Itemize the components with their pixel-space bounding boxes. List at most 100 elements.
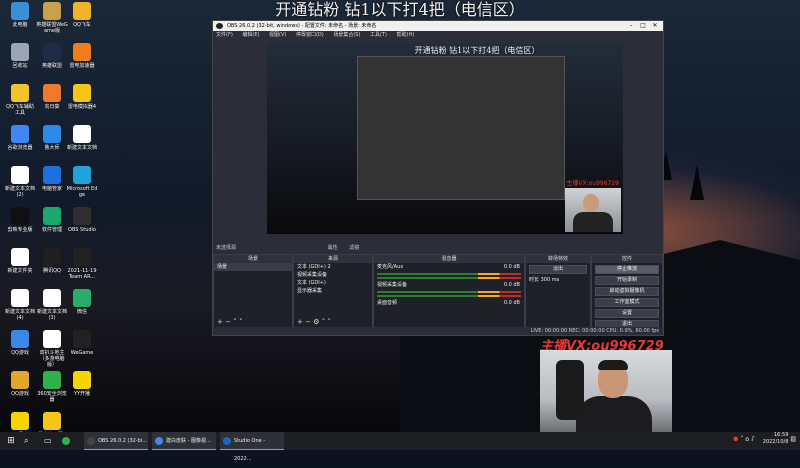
source-settings-icon[interactable]: ⚙ [313, 318, 319, 326]
source-item[interactable]: 视频采集设备 [294, 271, 372, 279]
windows-start-icon[interactable]: ⊞ [4, 432, 18, 450]
menu-edit[interactable]: 编辑(E) [242, 32, 259, 38]
move-down-icon[interactable]: ˅ [239, 318, 243, 326]
filters-button[interactable]: 滤镜 [349, 245, 359, 251]
desktop-icon[interactable]: 雷电加速器 [66, 43, 98, 69]
obs-titlebar[interactable]: OBS 26.0.2 (32-bit, windows) - 配置文件: 未命名… [213, 21, 663, 31]
studio-mode-button[interactable]: 工作室模式 [595, 298, 659, 307]
obs-window[interactable]: OBS 26.0.2 (32-bit, windows) - 配置文件: 未命名… [212, 20, 664, 336]
desktop-icon[interactable]: 新建文本文档 [66, 125, 98, 151]
scenes-dock-toolbar: + − ˄ ˅ [214, 318, 292, 327]
taskbar-item-browser[interactable]: 建白皮肤 - 图像视... [152, 432, 216, 450]
duration-input[interactable]: 300 ms [541, 277, 560, 283]
taskbar-item-studio-one[interactable]: Studio One - 2022... [220, 432, 284, 462]
desktop-icon[interactable]: 微信 [66, 289, 98, 315]
app-icon [73, 166, 91, 184]
desktop-icon[interactable]: 软件管理 [36, 207, 68, 233]
clock[interactable]: 16:59 2022/10/8 [763, 432, 789, 446]
desktop-icon[interactable]: 英雄联盟 [36, 43, 68, 69]
source-item[interactable]: 文本 (GDI+) [294, 279, 372, 287]
start-recording-button[interactable]: 开始录制 [595, 276, 659, 285]
app-icon [11, 248, 29, 266]
settings-button[interactable]: 设置 [595, 309, 659, 318]
desktop-icon[interactable]: 2021-11-19 Team AR... [66, 248, 98, 280]
stop-streaming-button[interactable]: 停止推流 [595, 265, 659, 274]
remove-source-icon[interactable]: − [305, 318, 311, 326]
desktop-icon[interactable]: 腾讯QQ [36, 248, 68, 274]
desktop-icon[interactable]: QQ飞车辅助工具 [4, 84, 36, 116]
transitions-dock: 转场特效 淡出 时长 300 ms [525, 254, 591, 328]
move-up-icon[interactable]: ˄ [233, 318, 237, 326]
desktop-icon[interactable]: 新建文件夹 [4, 248, 36, 274]
obs-window-title: OBS 26.0.2 (32-bit, windows) - 配置文件: 未命名… [227, 23, 377, 29]
desktop-icon-label: 2021-11-19 Team AR... [67, 268, 97, 280]
minimize-icon[interactable]: – [625, 21, 637, 31]
task-label: 建白皮肤 - 图像视... [166, 438, 211, 444]
menu-help[interactable]: 帮助(H) [397, 32, 415, 38]
menu-tools[interactable]: 工具(T) [370, 32, 387, 38]
preview-webcam [565, 188, 621, 232]
source-item[interactable]: 显示器采集 [294, 287, 372, 295]
volume-slider[interactable] [377, 295, 521, 297]
volume-icon[interactable]: ♪ [751, 436, 755, 443]
chevron-up-icon[interactable]: ˄ [740, 436, 743, 443]
desktop-icon[interactable]: 新建文本文档(2) [4, 166, 36, 198]
desktop-icon[interactable]: 剪映专业版 [4, 207, 36, 233]
start-virtual-camera-button[interactable]: 启动虚拟摄像机 [595, 287, 659, 296]
desktop-icon-label: QQ飞车 [73, 22, 91, 28]
notifications-icon[interactable]: ▤ [790, 436, 796, 443]
desktop-icon[interactable]: 向日葵 [36, 84, 68, 110]
desktop-icon-label: 英雄联盟WeGame版 [36, 22, 68, 34]
app-icon [11, 125, 29, 143]
network-icon[interactable]: ⌂ [745, 436, 749, 443]
menu-view[interactable]: 视图(V) [269, 32, 286, 38]
desktop-icon-label: 新建文本文档(2) [4, 186, 35, 198]
taskbar-item-obs[interactable]: OBS 26.0.2 (32-bi... [84, 432, 148, 450]
desktop-icon[interactable]: Microsoft Edge [66, 166, 98, 198]
clock-time: 16:59 [773, 432, 789, 438]
obs-preview[interactable]: 开通钻粉 钻1以下打4把（电信区） 主播VX:ou996729 [267, 44, 623, 234]
scene-item[interactable]: 场景 [214, 263, 292, 271]
desktop-icon[interactable]: OBS Studio [66, 207, 98, 233]
desktop-icon[interactable]: WeGame [66, 330, 98, 356]
desktop-icon[interactable]: 新建文本文档(4) [4, 289, 36, 321]
close-icon[interactable]: ✕ [649, 21, 661, 31]
desktop-icon[interactable]: 此电脑 [4, 2, 36, 28]
transition-select[interactable]: 淡出 [529, 265, 587, 274]
app-icon [11, 412, 29, 430]
desktop-icon[interactable]: 谷歌浏览器 [4, 125, 36, 151]
desktop-icon[interactable]: YY开播 [66, 371, 98, 397]
preview-watermark: 主播VX:ou996729 [566, 180, 619, 187]
desktop-icon[interactable]: QQ游戏 [4, 330, 36, 356]
desktop-icon[interactable]: 回收站 [4, 43, 36, 69]
move-up-icon[interactable]: ˄ [322, 318, 326, 326]
desktop-icon[interactable]: 360安全浏览器 [36, 371, 68, 403]
desktop-icon[interactable]: 英雄联盟WeGame版 [36, 2, 68, 34]
app-icon [11, 43, 29, 61]
obs-app-icon [216, 23, 223, 29]
desktop-icon[interactable]: 新建文本文档(3) [36, 289, 68, 321]
volume-slider[interactable] [377, 277, 521, 279]
menu-scene-collection[interactable]: 场景集合(S) [333, 32, 360, 38]
desktop-icon[interactable]: QQ游戏 [4, 371, 36, 397]
add-scene-icon[interactable]: + [217, 318, 223, 326]
menu-docks[interactable]: 停靠窗口(D) [296, 32, 324, 38]
remove-scene-icon[interactable]: − [225, 318, 231, 326]
desktop-icon[interactable]: 双扒斗地主（多游电脑版） [36, 330, 68, 368]
add-source-icon[interactable]: + [297, 318, 303, 326]
track-db: 0.0 dB [503, 264, 520, 270]
desktop-icon[interactable]: 雷电模拟器4 [66, 84, 98, 110]
desktop-icon[interactable]: 鲁大师 [36, 125, 68, 151]
menu-file[interactable]: 文件(F) [216, 32, 233, 38]
properties-button[interactable]: 属性 [328, 245, 338, 251]
app-icon [73, 207, 91, 225]
move-down-icon[interactable]: ˅ [327, 318, 331, 326]
desktop-icon[interactable]: 电脑管家 [36, 166, 68, 192]
source-item[interactable]: 文本 (GDI+) 2 [294, 263, 372, 271]
desktop-icon[interactable]: QQ飞车 [66, 2, 98, 28]
search-icon[interactable]: ⌕ [24, 432, 36, 450]
pinned-app-icon[interactable] [62, 432, 76, 450]
maximize-icon[interactable]: □ [637, 21, 649, 31]
task-view-icon[interactable]: ▭ [44, 432, 56, 450]
app-tray-icon[interactable]: ● [733, 436, 738, 443]
